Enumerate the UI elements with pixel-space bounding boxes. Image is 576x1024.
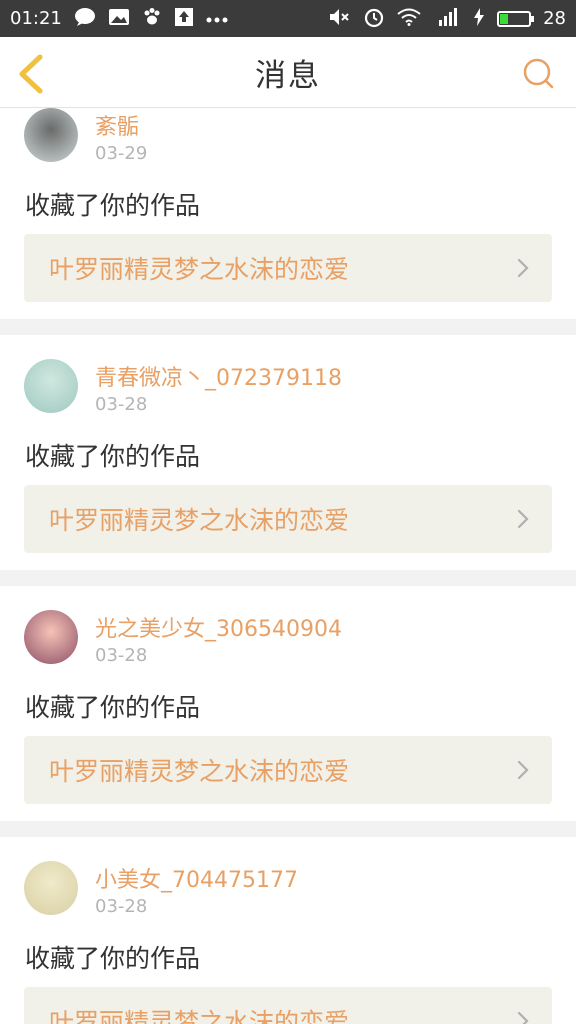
message-feed[interactable]: 紊骺 03-29 收藏了你的作品 叶罗丽精灵梦之水沫的恋爱 青春微凉丶_0723… (0, 108, 576, 1024)
chat-bubble-icon (74, 7, 96, 31)
status-bar: 01:21 28 (0, 0, 576, 37)
upload-icon (174, 7, 194, 31)
work-title: 叶罗丽精灵梦之水沫的恋爱 (49, 1008, 350, 1024)
mute-icon (329, 8, 351, 30)
battery-fill (500, 13, 508, 24)
more-dots-icon (206, 10, 228, 27)
battery-level: 28 (543, 8, 566, 29)
card-divider (0, 821, 576, 837)
message-date: 03-28 (95, 394, 148, 415)
avatar[interactable] (24, 359, 78, 413)
charging-icon (473, 7, 485, 30)
chevron-right-icon (517, 1011, 529, 1024)
search-icon (523, 58, 554, 89)
action-text: 收藏了你的作品 (25, 191, 201, 220)
back-button[interactable] (16, 54, 46, 94)
message-card: 小美女_704475177 03-28 收藏了你的作品 叶罗丽精灵梦之水沫的恋爱 (0, 837, 576, 1024)
alarm-icon (363, 6, 385, 32)
avatar[interactable] (24, 861, 78, 915)
message-card: 光之美少女_306540904 03-28 收藏了你的作品 叶罗丽精灵梦之水沫的… (0, 586, 576, 821)
action-text: 收藏了你的作品 (25, 442, 201, 471)
chevron-right-icon (517, 760, 529, 780)
card-divider (0, 570, 576, 586)
status-time: 01:21 (10, 8, 62, 29)
message-date: 03-28 (95, 896, 148, 917)
work-link[interactable]: 叶罗丽精灵梦之水沫的恋爱 (24, 485, 552, 553)
work-title: 叶罗丽精灵梦之水沫的恋爱 (49, 757, 350, 786)
avatar[interactable] (24, 108, 78, 162)
message-date: 03-28 (95, 645, 148, 666)
message-card: 紊骺 03-29 收藏了你的作品 叶罗丽精灵梦之水沫的恋爱 (0, 108, 576, 319)
message-list: 紊骺 03-29 收藏了你的作品 叶罗丽精灵梦之水沫的恋爱 青春微凉丶_0723… (0, 108, 576, 1024)
work-link[interactable]: 叶罗丽精灵梦之水沫的恋爱 (24, 987, 552, 1024)
work-link[interactable]: 叶罗丽精灵梦之水沫的恋爱 (24, 736, 552, 804)
message-card: 青春微凉丶_072379118 03-28 收藏了你的作品 叶罗丽精灵梦之水沫的… (0, 335, 576, 570)
nav-bar: 消息 (0, 37, 576, 108)
chevron-right-icon (517, 509, 529, 529)
gallery-icon (108, 8, 130, 30)
action-text: 收藏了你的作品 (25, 944, 201, 973)
message-date: 03-29 (95, 143, 148, 164)
battery-icon (497, 10, 535, 27)
status-right: 28 (329, 6, 566, 32)
status-left: 01:21 (10, 7, 228, 31)
chevron-right-icon (517, 258, 529, 278)
username[interactable]: 小美女_704475177 (95, 862, 298, 894)
username[interactable]: 青春微凉丶_072379118 (95, 360, 342, 392)
wifi-icon (397, 8, 421, 30)
username[interactable]: 紊骺 (95, 109, 139, 141)
work-title: 叶罗丽精灵梦之水沫的恋爱 (49, 506, 350, 535)
paw-icon (142, 7, 162, 31)
username[interactable]: 光之美少女_306540904 (95, 611, 342, 643)
card-divider (0, 319, 576, 335)
page-title: 消息 (255, 57, 321, 94)
work-link[interactable]: 叶罗丽精灵梦之水沫的恋爱 (24, 234, 552, 302)
action-text: 收藏了你的作品 (25, 693, 201, 722)
chevron-left-icon (19, 54, 43, 94)
avatar[interactable] (24, 610, 78, 664)
signal-4g-icon (433, 7, 461, 31)
work-title: 叶罗丽精灵梦之水沫的恋爱 (49, 255, 350, 284)
search-button[interactable] (522, 57, 554, 89)
